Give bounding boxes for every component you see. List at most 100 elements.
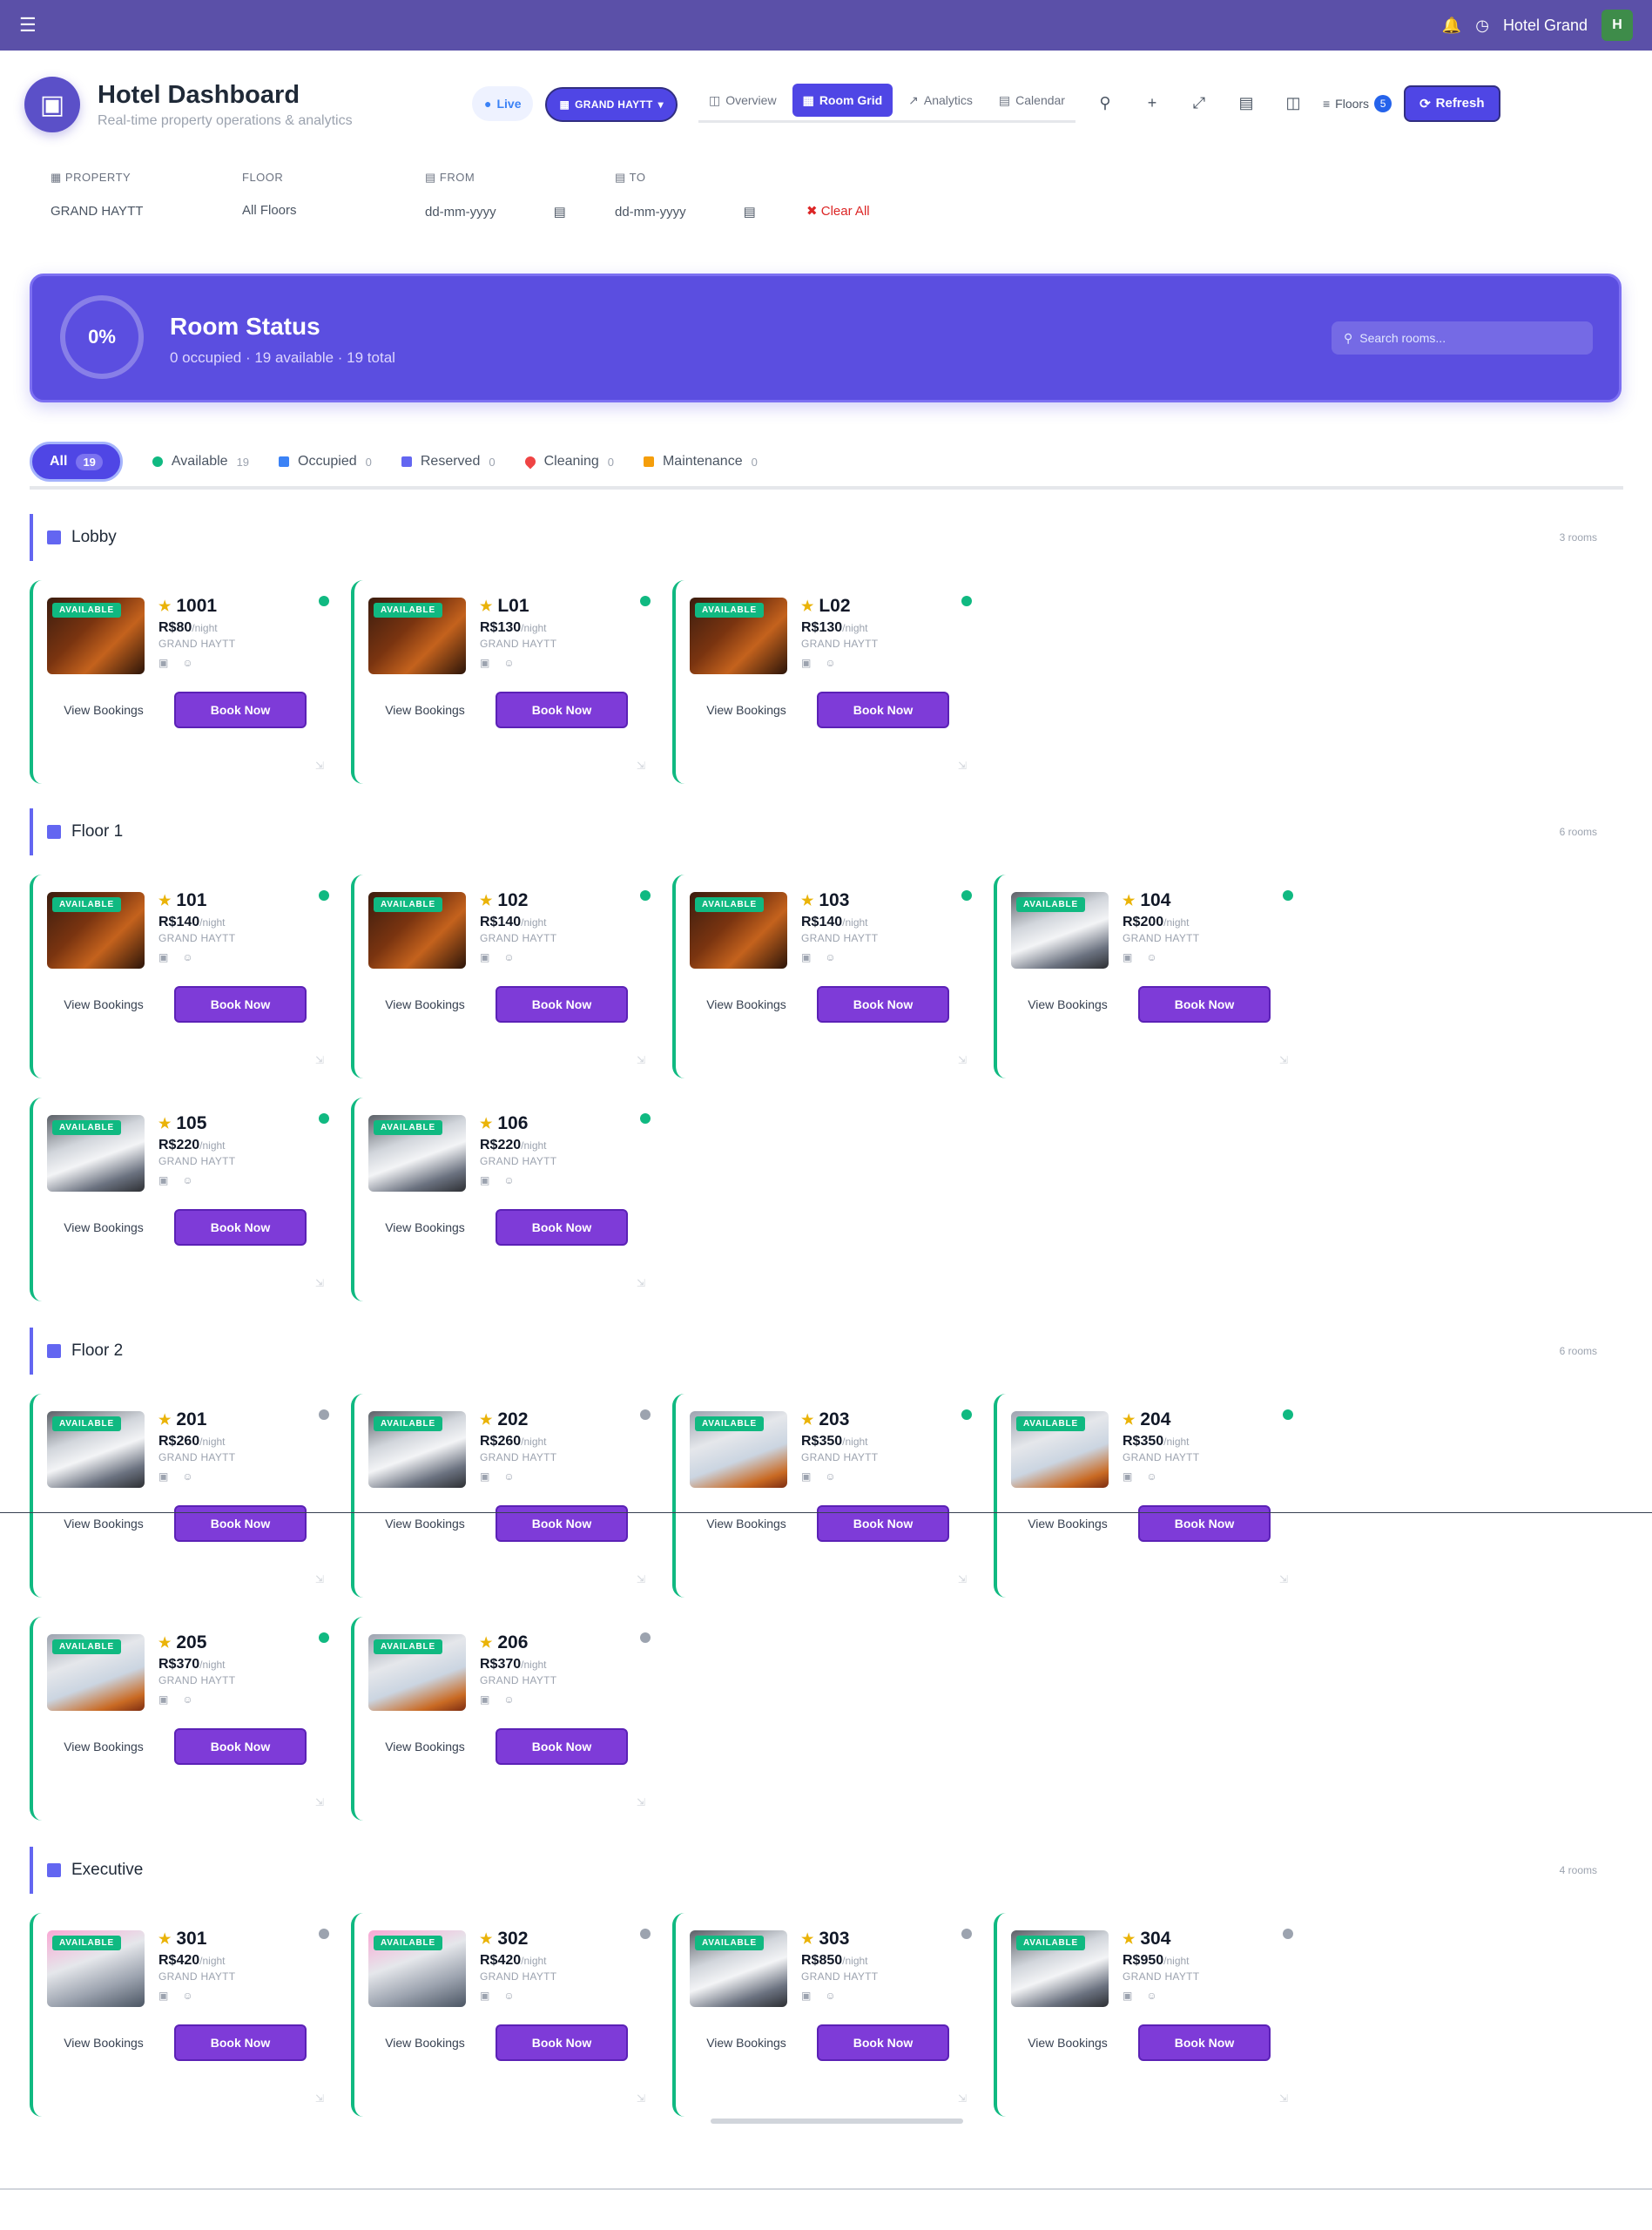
room-card[interactable]: AVAILABLE ★ 102 R$140/night GRAND HAYTT ▣ ☺ Vie… [351,875,663,1078]
book-now-button[interactable]: Book Now [496,1209,628,1246]
book-now-button[interactable]: Book Now [817,986,949,1023]
section-header[interactable]: Lobby 3 rooms [30,514,1623,561]
section-header[interactable]: Floor 1 6 rooms [30,808,1623,855]
floor-filter[interactable]: All Floors [242,203,425,218]
document-icon[interactable]: ▤ [1229,86,1264,121]
view-bookings-button[interactable]: View Bookings [354,1517,496,1531]
filter-chip-available[interactable]: Available 19 [152,454,249,470]
expand-icon[interactable]: ⤢ [1182,86,1217,121]
filter-chip-maintenance[interactable]: Maintenance 0 [643,454,758,470]
room-card[interactable]: AVAILABLE ★ 202 R$260/night GRAND HAYTT ▣ ☺ Vie… [351,1394,663,1598]
resize-handle-icon[interactable]: ⇲ [637,2092,645,2105]
room-card[interactable]: AVAILABLE ★ 203 R$350/night GRAND HAYTT ▣ ☺ Vie… [672,1394,984,1598]
book-now-button[interactable]: Book Now [1138,2024,1271,2061]
filter-chip-reserved[interactable]: Reserved 0 [401,454,496,470]
book-now-button[interactable]: Book Now [1138,1505,1271,1542]
view-bookings-button[interactable]: View Bookings [676,2036,817,2050]
avatar[interactable]: H [1601,10,1633,41]
resize-handle-icon[interactable]: ⇲ [315,1573,324,1585]
resize-handle-icon[interactable]: ⇲ [1279,2092,1288,2105]
view-bookings-button[interactable]: View Bookings [997,2036,1138,2050]
notification-icon[interactable]: 🔔 [1442,17,1461,35]
view-bookings-button[interactable]: View Bookings [354,1220,496,1234]
room-card[interactable]: AVAILABLE ★ 205 R$370/night GRAND HAYTT ▣ ☺ Vie… [30,1617,341,1821]
refresh-button[interactable]: ⟳ Refresh [1404,84,1500,122]
resize-handle-icon[interactable]: ⇲ [958,1054,967,1066]
resize-handle-icon[interactable]: ⇲ [637,1277,645,1289]
room-card[interactable]: AVAILABLE ★ 101 R$140/night GRAND HAYTT ▣ ☺ Vie… [30,875,341,1078]
book-now-button[interactable]: Book Now [817,692,949,728]
book-now-button[interactable]: Book Now [817,1505,949,1542]
room-card[interactable]: AVAILABLE ★ 103 R$140/night GRAND HAYTT ▣ ☺ Vie… [672,875,984,1078]
view-bookings-button[interactable]: View Bookings [33,2036,174,2050]
menu-icon[interactable]: ☰ [19,14,37,37]
view-bookings-button[interactable]: View Bookings [33,1517,174,1531]
resize-handle-icon[interactable]: ⇲ [315,1054,324,1066]
resize-handle-icon[interactable]: ⇲ [315,2092,324,2105]
book-now-button[interactable]: Book Now [817,2024,949,2061]
view-bookings-button[interactable]: View Bookings [354,997,496,1011]
view-bookings-button[interactable]: View Bookings [676,703,817,717]
tab-analytics[interactable]: ↗ Analytics [898,84,983,117]
book-now-button[interactable]: Book Now [174,1505,307,1542]
book-now-button[interactable]: Book Now [496,1728,628,1765]
view-bookings-button[interactable]: View Bookings [354,703,496,717]
section-header[interactable]: Executive 4 rooms [30,1847,1623,1894]
search-icon[interactable]: ⚲ [1088,86,1123,121]
filter-chip-occupied[interactable]: Occupied 0 [279,454,372,470]
resize-handle-icon[interactable]: ⇲ [958,2092,967,2105]
resize-handle-icon[interactable]: ⇲ [958,1573,967,1585]
add-icon[interactable]: + [1135,86,1170,121]
resize-handle-icon[interactable]: ⇲ [958,760,967,772]
view-bookings-button[interactable]: View Bookings [354,2036,496,2050]
tab-overview[interactable]: ◫ Overview [698,84,787,117]
room-card[interactable]: AVAILABLE ★ 302 R$420/night GRAND HAYTT ▣ ☺ Vie… [351,1913,663,2117]
room-card[interactable]: AVAILABLE ★ 204 R$350/night GRAND HAYTT ▣ ☺ Vie… [994,1394,1305,1598]
resize-handle-icon[interactable]: ⇲ [315,760,324,772]
book-now-button[interactable]: Book Now [174,1728,307,1765]
book-now-button[interactable]: Book Now [1138,986,1271,1023]
to-date-input[interactable]: dd-mm-yyyy ▤ [615,204,806,220]
resize-handle-icon[interactable]: ⇲ [637,1573,645,1585]
resize-handle-icon[interactable]: ⇲ [1279,1054,1288,1066]
room-card[interactable]: AVAILABLE ★ 301 R$420/night GRAND HAYTT ▣ ☺ Vie… [30,1913,341,2117]
view-bookings-button[interactable]: View Bookings [997,997,1138,1011]
book-now-button[interactable]: Book Now [174,986,307,1023]
clock-icon[interactable]: ◷ [1475,17,1489,35]
filter-chip-cleaning[interactable]: Cleaning 0 [523,454,614,470]
book-now-button[interactable]: Book Now [496,986,628,1023]
from-date-input[interactable]: dd-mm-yyyy ▤ [425,204,615,220]
view-bookings-button[interactable]: View Bookings [33,1220,174,1234]
book-now-button[interactable]: Book Now [174,1209,307,1246]
room-card[interactable]: AVAILABLE ★ L02 R$130/night GRAND HAYTT ▣ ☺ Vie… [672,580,984,784]
property-selector[interactable]: ▦ GRAND HAYTT ▾ [545,86,678,122]
room-card[interactable]: AVAILABLE ★ 106 R$220/night GRAND HAYTT ▣ ☺ Vie… [351,1098,663,1301]
resize-handle-icon[interactable]: ⇲ [1279,1573,1288,1585]
view-bookings-button[interactable]: View Bookings [354,1740,496,1754]
book-now-button[interactable]: Book Now [496,692,628,728]
calendar-icon[interactable]: ▤ [554,204,566,220]
view-bookings-button[interactable]: View Bookings [676,1517,817,1531]
room-card[interactable]: AVAILABLE ★ 304 R$950/night GRAND HAYTT ▣ ☺ Vie… [994,1913,1305,2117]
book-now-button[interactable]: Book Now [496,1505,628,1542]
section-header[interactable]: Floor 2 6 rooms [30,1328,1623,1375]
export-icon[interactable]: ◫ [1276,86,1311,121]
room-card[interactable]: AVAILABLE ★ 201 R$260/night GRAND HAYTT ▣ ☺ Vie… [30,1394,341,1598]
resize-handle-icon[interactable]: ⇲ [637,1054,645,1066]
view-bookings-button[interactable]: View Bookings [33,997,174,1011]
resize-handle-icon[interactable]: ⇲ [637,760,645,772]
clear-all-button[interactable]: ✖ Clear All [806,203,870,219]
book-now-button[interactable]: Book Now [174,2024,307,2061]
view-bookings-button[interactable]: View Bookings [997,1517,1138,1531]
resize-handle-icon[interactable]: ⇲ [315,1277,324,1289]
resize-handle-icon[interactable]: ⇲ [315,1796,324,1808]
tab-room-grid[interactable]: ▦ Room Grid [792,84,893,117]
resize-handle-icon[interactable]: ⇲ [637,1796,645,1808]
view-bookings-button[interactable]: View Bookings [33,703,174,717]
room-card[interactable]: AVAILABLE ★ L01 R$130/night GRAND HAYTT ▣ ☺ Vie… [351,580,663,784]
room-card[interactable]: AVAILABLE ★ 104 R$200/night GRAND HAYTT ▣ ☺ Vie… [994,875,1305,1078]
view-bookings-button[interactable]: View Bookings [33,1740,174,1754]
floors-button[interactable]: ≡ Floors 5 [1323,94,1392,112]
book-now-button[interactable]: Book Now [496,2024,628,2061]
scrollbar[interactable] [711,2118,963,2124]
